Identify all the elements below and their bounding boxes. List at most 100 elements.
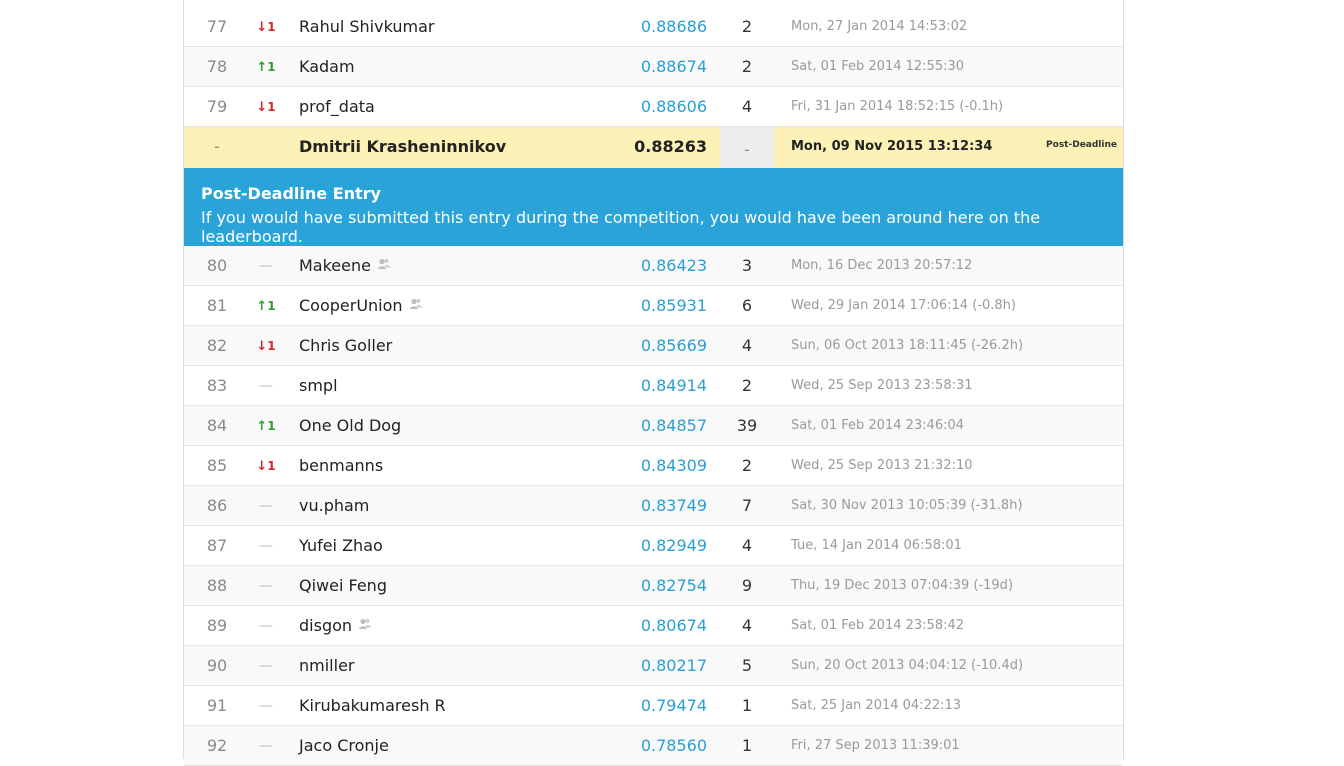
score[interactable]: 0.84857 — [624, 406, 707, 446]
team-name-cell: vu.pham — [299, 486, 639, 526]
leaderboard: - Dmitrii Krasheninnikov 0.88263 - Mon, … — [183, 0, 1124, 766]
rank: 77 — [206, 17, 228, 36]
entries: 4 — [741, 616, 753, 635]
team-name[interactable]: Qiwei Feng — [299, 576, 387, 595]
table-row: 92 — Jaco Cronje 0.78560 1 Fri, 27 Sep 2013 1… — [184, 726, 1123, 766]
team-name[interactable]: prof_data — [299, 97, 375, 116]
submission-time: Wed, 25 Sep 2013 23:58:31 — [791, 378, 973, 393]
arrow-down-icon: ↓ — [256, 339, 268, 354]
post-deadline-banner: Post-Deadline Entry If you would have su… — [184, 168, 1123, 246]
rank-change-value: 1 — [267, 419, 276, 433]
rank: 81 — [206, 296, 228, 315]
post-deadline-tag: Post-Deadline — [1046, 140, 1117, 150]
entries: 4 — [741, 536, 753, 555]
submission-time: Fri, 31 Jan 2014 18:52:15 (-0.1h) — [791, 99, 1004, 114]
arrow-down-icon: ↓ — [256, 20, 268, 35]
team-name[interactable]: Rahul Shivkumar — [299, 17, 434, 36]
arrow-up-icon: ↑ — [256, 299, 268, 314]
entries: 7 — [741, 496, 753, 515]
score[interactable]: 0.79474 — [624, 686, 707, 726]
team-name[interactable]: Jaco Cronje — [299, 736, 389, 755]
team-name[interactable]: Yufei Zhao — [299, 536, 383, 555]
team-name[interactable]: One Old Dog — [299, 416, 401, 435]
arrow-down-icon: ↓ — [256, 459, 268, 474]
team-name: Dmitrii Krasheninnikov — [299, 137, 507, 156]
team-name-cell: Qiwei Feng — [299, 566, 639, 606]
score[interactable]: 0.80674 — [624, 606, 707, 646]
table-row: 81 ↑1 CooperUnion 0.85931 6 Wed, 29 Jan 2014 … — [184, 286, 1123, 326]
score[interactable]: 0.84309 — [624, 446, 707, 486]
team-icon — [377, 246, 391, 286]
no-change-indicator: — — [259, 378, 273, 394]
score[interactable]: 0.80217 — [624, 646, 707, 686]
score[interactable]: 0.82949 — [624, 526, 707, 566]
no-change-indicator: — — [259, 578, 273, 594]
entries: 2 — [741, 456, 753, 475]
arrow-up-icon: ↑ — [256, 60, 268, 75]
score[interactable]: 0.78560 — [624, 726, 707, 766]
score[interactable]: 0.88686 — [624, 7, 707, 47]
table-row: 89 — disgon 0.80674 4 Sat, 01 Feb 2014 23:58:… — [184, 606, 1123, 646]
submission-time: Sat, 01 Feb 2014 23:46:04 — [791, 418, 965, 433]
rank-change: ↓1 — [250, 87, 282, 127]
score[interactable]: 0.85669 — [624, 326, 707, 366]
no-change-indicator: — — [259, 698, 273, 714]
rank-change: ↓1 — [250, 446, 282, 486]
team-name[interactable]: Makeene — [299, 256, 371, 275]
rank-change: ↓1 — [250, 326, 282, 366]
submission-time: Mon, 27 Jan 2014 14:53:02 — [791, 19, 968, 34]
table-row: 83 — smpl 0.84914 2 Wed, 25 Sep 2013 23:58:31 — [184, 366, 1123, 406]
team-name[interactable]: vu.pham — [299, 496, 369, 515]
score[interactable]: 0.85931 — [624, 286, 707, 326]
team-name[interactable]: CooperUnion — [299, 296, 403, 315]
arrow-down-icon: ↓ — [256, 100, 268, 115]
table-row: 88 — Qiwei Feng 0.82754 9 Thu, 19 Dec 2013 07… — [184, 566, 1123, 606]
rank-change-value: 1 — [267, 339, 276, 353]
no-change-indicator: — — [259, 538, 273, 554]
entries: 5 — [741, 656, 753, 675]
team-name[interactable]: nmiller — [299, 656, 354, 675]
entries: 1 — [741, 696, 753, 715]
table-row: 85 ↓1 benmanns 0.84309 2 Wed, 25 Sep 2013 21:… — [184, 446, 1123, 486]
team-name-cell: smpl — [299, 366, 639, 406]
rank: 87 — [206, 536, 228, 555]
table-row: 80 — Makeene 0.86423 3 Mon, 16 Dec 2013 20:57… — [184, 246, 1123, 286]
score[interactable]: 0.84914 — [624, 366, 707, 406]
rank: 84 — [206, 416, 228, 435]
score[interactable]: 0.88606 — [624, 87, 707, 127]
score[interactable]: 0.82754 — [624, 566, 707, 606]
rank-change: ↑1 — [250, 286, 282, 326]
entries: 6 — [741, 296, 753, 315]
table-row: 87 — Yufei Zhao 0.82949 4 Tue, 14 Jan 2014 06… — [184, 526, 1123, 566]
team-name[interactable]: smpl — [299, 376, 338, 395]
team-name-cell: Jaco Cronje — [299, 726, 639, 766]
team-name[interactable]: Kirubakumaresh R — [299, 696, 446, 715]
score[interactable]: 0.83749 — [624, 486, 707, 526]
no-change-indicator: — — [259, 258, 273, 274]
submission-time: Sat, 30 Nov 2013 10:05:39 (-31.8h) — [791, 498, 1023, 513]
team-name[interactable]: Chris Goller — [299, 336, 392, 355]
submission-time: Sun, 06 Oct 2013 18:11:45 (-26.2h) — [791, 338, 1024, 353]
banner-text: If you would have submitted this entry d… — [201, 208, 1041, 246]
rank-change-value: 1 — [267, 100, 276, 114]
team-name[interactable]: benmanns — [299, 456, 383, 475]
rank: 82 — [206, 336, 228, 355]
rank: 92 — [206, 736, 228, 755]
team-name[interactable]: Kadam — [299, 57, 355, 76]
submission-time: Sat, 25 Jan 2014 04:22:13 — [791, 698, 962, 713]
score[interactable]: 0.86423 — [624, 246, 707, 286]
no-change-indicator: — — [259, 738, 273, 754]
no-change-indicator: — — [259, 658, 273, 674]
team-icon — [358, 606, 372, 646]
team-name[interactable]: disgon — [299, 616, 352, 635]
table-row: 78 ↑1 Kadam 0.88674 2 Sat, 01 Feb 2014 12:55:… — [184, 47, 1123, 87]
entries: 2 — [741, 17, 753, 36]
rank: 90 — [206, 656, 228, 675]
score[interactable]: 0.88674 — [624, 47, 707, 87]
table-row: 91 — Kirubakumaresh R 0.79474 1 Sat, 25 Jan 2… — [184, 686, 1123, 726]
no-change-indicator: — — [259, 618, 273, 634]
table-row: 77 ↓1 Rahul Shivkumar 0.88686 2 Mon, 27 Jan 2… — [184, 7, 1123, 47]
rank-change-value: 1 — [267, 299, 276, 313]
team-icon — [409, 286, 423, 326]
team-name-cell: Yufei Zhao — [299, 526, 639, 566]
